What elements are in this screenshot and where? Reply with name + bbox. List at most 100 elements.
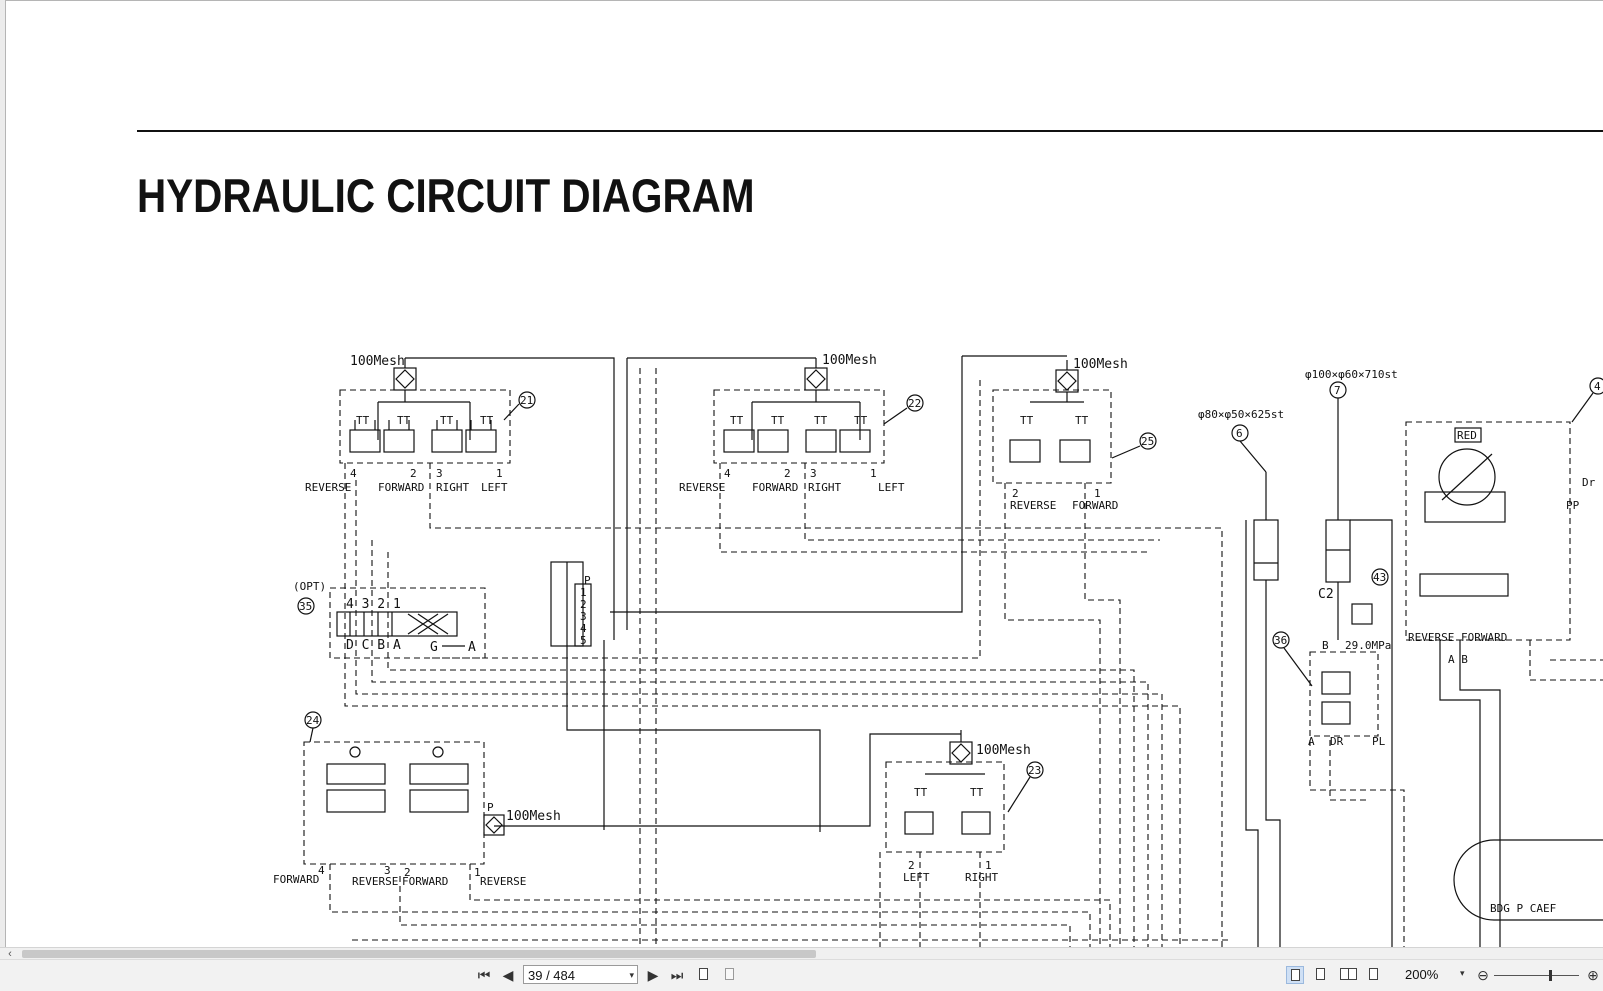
svg-text:3: 3 [384, 864, 391, 877]
svg-text:REVERSE: REVERSE [352, 875, 398, 888]
svg-text:REVERSE: REVERSE [1010, 499, 1056, 512]
svg-text:1: 1 [985, 859, 992, 872]
component-number-35: 35 [299, 600, 312, 613]
component-36-valve: 36 B 29.0MPa A DR PL [1272, 631, 1391, 748]
hydraulic-circuit-diagram: TT TT TT TT 100Mesh 21 REVERSE FORWARD R… [273, 353, 1603, 947]
svg-text:FORWARD: FORWARD [752, 481, 798, 494]
svg-text:TT: TT [1075, 414, 1089, 427]
component-number-25: 25 [1141, 435, 1154, 448]
svg-text:1: 1 [474, 866, 481, 879]
svg-text:PL: PL [1372, 735, 1386, 748]
zoom-slider[interactable] [1494, 975, 1579, 976]
svg-text:P: P [487, 801, 494, 814]
svg-text:3: 3 [436, 467, 443, 480]
svg-text:G: G [430, 640, 438, 655]
continuous-view-icon[interactable] [1312, 966, 1330, 984]
paste-page-icon[interactable] [721, 966, 739, 984]
center-port-block: P 1 2 3 4 5 [550, 561, 592, 647]
mesh-label-22: 100Mesh [822, 353, 877, 368]
svg-text:DR: DR [1330, 735, 1344, 748]
svg-text:1: 1 [870, 467, 877, 480]
pilot-lines [329, 368, 1603, 947]
component-number-24: 24 [306, 714, 320, 727]
svg-text:TT: TT [1020, 414, 1034, 427]
mesh-label-23: 100Mesh [976, 743, 1031, 758]
scrollbar-thumb[interactable] [22, 950, 816, 958]
last-page-button[interactable]: ⏭ [667, 965, 687, 985]
label-right: RIGHT [436, 481, 469, 494]
zoom-dropdown-icon[interactable]: ▾ [1460, 968, 1465, 979]
component-22-valve-group: TT TT TT TT 100Mesh 22 REVERSE FORWARD R… [679, 353, 924, 494]
component-35-valve: (OPT) 35 4 3 2 1 D C B A G A [293, 580, 486, 659]
svg-text:FORWARD: FORWARD [273, 873, 319, 886]
component-number-4: 4 [1594, 380, 1601, 393]
component-number-43: 43 [1373, 571, 1386, 584]
mesh-label-24: 100Mesh [506, 809, 561, 824]
svg-text:B: B [1322, 639, 1329, 652]
svg-text:2: 2 [410, 467, 417, 480]
cylinder-6-spec: φ80×φ50×625st [1198, 408, 1284, 421]
first-page-button[interactable]: ⏮ [474, 965, 494, 985]
zoom-out-button[interactable]: ⊖ [1473, 965, 1493, 985]
viewer-toolbar: ⏮ ◀ 39 / 484 ▾ ▶ ⏭ 200% ▾ ⊖ ⊕ [0, 959, 1603, 991]
svg-text:3: 3 [810, 467, 817, 480]
svg-text:D C B A: D C B A [346, 638, 401, 653]
svg-text:4 3 2 1: 4 3 2 1 [346, 597, 401, 612]
svg-text:REVERSE: REVERSE [480, 875, 526, 888]
component-25-valve-group: TT TT 100Mesh 25 REVERSE FORWARD 2 1 [992, 357, 1157, 512]
svg-text:4: 4 [318, 864, 325, 877]
cylinders: φ80×φ50×625st 6 φ100×φ60×710st 7 C2 43 [1198, 368, 1398, 625]
svg-text:4: 4 [350, 467, 357, 480]
svg-text:TT: TT [970, 786, 984, 799]
single-page-view-icon[interactable] [1286, 966, 1304, 984]
svg-text:TT: TT [397, 414, 411, 427]
svg-text:TT: TT [914, 786, 928, 799]
svg-text:A: A [468, 640, 476, 655]
svg-text:C2: C2 [1318, 587, 1334, 602]
svg-text:Dr: Dr [1582, 476, 1596, 489]
svg-text:TT: TT [730, 414, 744, 427]
svg-text:2: 2 [404, 866, 411, 879]
svg-text:4: 4 [724, 467, 731, 480]
page-dropdown-icon[interactable]: ▾ [629, 966, 634, 985]
component-number-7: 7 [1334, 384, 1341, 397]
component-number-36: 36 [1274, 634, 1287, 647]
svg-text:TT: TT [814, 414, 828, 427]
zoom-level[interactable]: 200% [1405, 967, 1438, 982]
svg-text:2: 2 [908, 859, 915, 872]
component-21-valve-group: TT TT TT TT 100Mesh 21 REVERSE FORWARD R… [305, 354, 536, 494]
opt-label: (OPT) [293, 580, 326, 593]
component-number-21: 21 [520, 394, 533, 407]
zoom-slider-thumb[interactable] [1549, 970, 1553, 981]
document-viewport[interactable]: HYDRAULIC CIRCUIT DIAGRAM TT TT TT TT 10… [0, 0, 1603, 947]
component-number-23: 23 [1028, 764, 1041, 777]
svg-text:1: 1 [496, 467, 503, 480]
two-page-view-icon[interactable] [1339, 966, 1357, 984]
svg-text:A B: A B [1448, 653, 1468, 666]
component-number-6: 6 [1236, 427, 1243, 440]
svg-text:5: 5 [580, 634, 587, 647]
label-left: LEFT [481, 481, 508, 494]
spring-symbol: TT [356, 414, 370, 427]
svg-text:A: A [1308, 735, 1315, 748]
pressure-label: 29.0MPa [1345, 639, 1391, 652]
copy-page-icon[interactable] [695, 966, 713, 984]
svg-text:LEFT: LEFT [878, 481, 905, 494]
component-23-valve-group: TT TT 100Mesh 23 LEFT RIGHT 2 1 [885, 730, 1044, 884]
svg-text:1: 1 [1094, 487, 1101, 500]
zoom-in-button[interactable]: ⊕ [1583, 965, 1603, 985]
svg-text:TT: TT [771, 414, 785, 427]
svg-text:LEFT: LEFT [903, 871, 930, 884]
prev-page-button[interactable]: ◀ [498, 965, 518, 985]
page-indicator: 39 / 484 [528, 968, 575, 983]
mesh-label-25: 100Mesh [1073, 357, 1128, 372]
two-page-continuous-view-icon[interactable] [1365, 966, 1383, 984]
svg-text:TT: TT [854, 414, 868, 427]
svg-text:PP: PP [1566, 499, 1580, 512]
svg-text:REVERSE: REVERSE [679, 481, 725, 494]
next-page-button[interactable]: ▶ [643, 965, 663, 985]
label-reverse: REVERSE [305, 481, 351, 494]
page-number-input[interactable]: 39 / 484 ▾ [523, 965, 638, 984]
svg-text:2: 2 [1012, 487, 1019, 500]
component-24-valve-group: 100Mesh P 24 FORWARD REVERSE FORWARD REV… [273, 711, 561, 888]
